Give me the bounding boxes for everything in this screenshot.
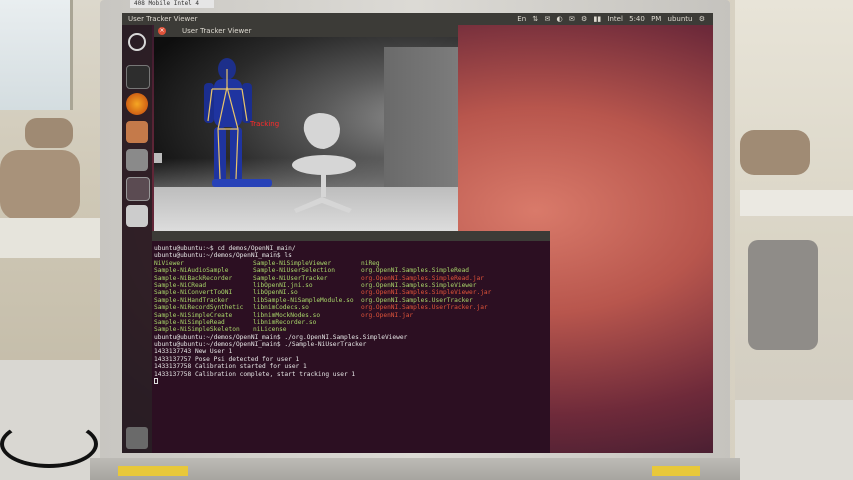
desk [740,190,853,216]
ls-row: Sample-NiCRead libOpenNI.jni.so org.OpenNI… [154,282,548,289]
ls-row: Sample-NiSimpleSkeleton niLicense [154,326,548,333]
terminal-line: ubuntu@ubuntu:~/demos/OpenNI_main$ ls [154,252,292,260]
chair-silhouette [292,113,356,213]
terminal-line: 1433137758 Calibration complete, start t… [154,370,356,378]
close-icon[interactable]: × [158,27,166,35]
ls-entry: org.OpenNI.Samples.SimpleViewer [361,281,477,289]
ls-row: Sample-NiBackRecorder Sample-NiUserTracke… [154,275,548,282]
ls-entry: libnimRecorder.so [253,318,317,326]
ls-entry: niLicense [253,326,287,334]
ls-entry: Sample-NiAudioSample [154,267,229,275]
ls-entry: org.OpenNI.Samples.UserTracker.jar [361,304,488,312]
floor [735,400,853,480]
settings-icon[interactable] [126,149,148,171]
terminal-window[interactable]: ubuntu@ubuntu:~$ cd demos/OpenNI_main/ub… [152,231,550,453]
ls-entry: org.OpenNI.Samples.UserTracker [361,296,473,304]
top-panel: User Tracker Viewer En ⇅ ✉ ◐ ✉ ⚙ ▮▮ Inte… [122,13,713,25]
desk [0,218,110,258]
ls-entry: Sample-NiUserTracker [253,274,328,282]
viewer-titlebar[interactable]: × User Tracker Viewer [154,25,458,37]
office-chair [748,240,818,350]
drive-icon[interactable] [126,205,148,227]
depth-scene [154,58,356,213]
ls-row: Sample-NiConvertToONI libOpenNI.so org.Ope… [154,289,548,296]
ls-row: Sample-NiAudioSample Sample-NiUserSelecti… [154,267,548,274]
ls-row: Sample-NiRecordSynthetic libnimCodecs.so o… [154,304,548,311]
ls-entry: Sample-NiSimpleViewer [253,259,332,267]
bezel-label: 408 Mobile Intel 4 [130,0,214,8]
ls-entry: libOpenNI.jni.so [253,281,313,289]
cable [0,420,98,468]
laptop-sticker [652,466,700,476]
ls-entry: libOpenNI.so [253,289,298,297]
ls-row: NiViewer Sample-NiSimpleViewer niReg [154,260,548,267]
ls-entry: niReg [361,259,380,267]
terminal-line: 1433137758 Calibration started for user … [154,363,307,371]
ls-row: Sample-NiSimpleRead libnimRecorder.so [154,319,548,326]
ls-entry: Sample-NiSimpleCreate [154,311,233,319]
terminal-icon[interactable] [126,65,150,89]
ls-entry: libnimCodecs.so [253,304,309,312]
user-tracker-window[interactable]: × User Tracker Viewer Tracking [154,25,458,239]
ls-entry: libSample-NiSampleModule.so [253,296,354,304]
terminal-line: ubuntu@ubuntu:~$ cd demos/OpenNI_main/ [154,245,296,252]
unity-launcher [122,25,152,453]
viewer-title: User Tracker Viewer [182,27,252,35]
terminal-line: 1433137743 New User 1 [154,348,233,356]
ls-entry: org.OpenNI.Samples.SimpleViewer.jar [361,289,492,297]
cursor-icon [154,378,158,385]
ls-entry: Sample-NiCRead [154,281,207,289]
laptop-screen: User Tracker Viewer En ⇅ ✉ ◐ ✉ ⚙ ▮▮ Inte… [122,13,713,453]
ls-entry: Sample-NiRecordSynthetic [154,304,244,312]
ls-entry: Sample-NiSimpleRead [154,318,225,326]
ls-entry: Sample-NiBackRecorder [154,274,233,282]
chair-back [740,130,810,175]
ubuntu-dash-icon[interactable] [128,33,146,51]
terminal-cursor-line[interactable] [154,378,548,385]
window [0,0,73,110]
ls-entry: Sample-NiHandTracker [154,296,229,304]
trash-icon[interactable] [126,427,148,449]
files-icon[interactable] [126,121,148,143]
chair-back [0,150,80,220]
workspace-icon[interactable] [126,177,150,201]
panel-title: User Tracker Viewer [128,15,198,23]
chair-back [25,118,73,148]
tracking-label: Tracking [250,120,280,128]
ls-row: Sample-NiSimpleCreate libnimMockNodes.so o… [154,312,548,319]
ls-entry: libnimMockNodes.so [253,311,321,319]
ls-entry: org.OpenNI.Samples.SimpleRead.jar [361,274,484,282]
terminal-line: ubuntu@ubuntu:~/demos/OpenNI_main$ ./org… [154,333,408,341]
terminal-output[interactable]: ubuntu@ubuntu:~$ cd demos/OpenNI_main/ub… [154,245,548,385]
ls-entry: Sample-NiSimpleSkeleton [154,326,240,334]
ls-entry: Sample-NiConvertToONI [154,289,233,297]
ls-entry: Sample-NiUserSelection [253,267,335,275]
ls-entry: org.OpenNI.Samples.SimpleRead [361,267,470,275]
ls-entry: NiViewer [154,259,184,267]
depth-image: Tracking [154,37,458,239]
edge-object [154,153,162,163]
ls-row: Sample-NiHandTracker libSample-NiSampleMo… [154,297,548,304]
laptop-sticker [118,466,188,476]
terminal-line: ubuntu@ubuntu:~/demos/OpenNI_main$ ./Sam… [154,341,367,349]
terminal-line: 1433137757 Pose Psi detected for user 1 [154,355,300,363]
ls-entry: org.OpenNI.jar [361,311,414,319]
system-tray[interactable]: En ⇅ ✉ ◐ ✉ ⚙ ▮▮ Intel 5:40 PM ubuntu ⚙ [517,13,705,25]
firefox-icon[interactable] [126,93,148,115]
